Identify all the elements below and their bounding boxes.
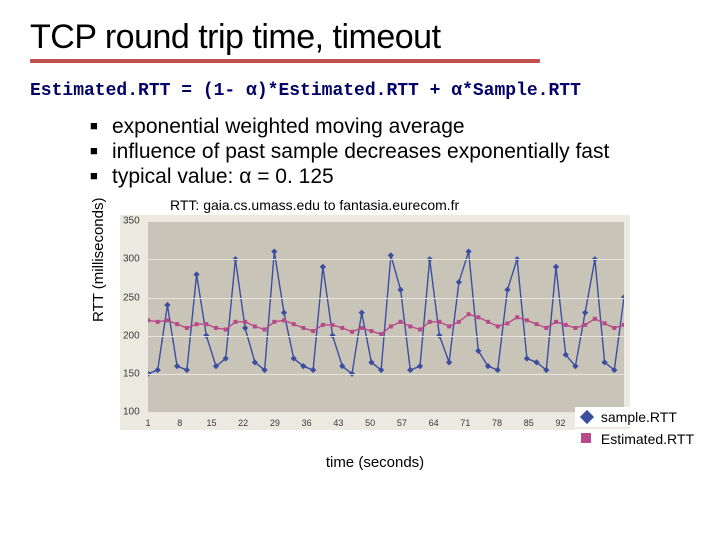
diamond-icon bbox=[581, 411, 593, 423]
legend-row-estimated: Estimated.RTT bbox=[575, 429, 700, 449]
chart-xtick: 43 bbox=[333, 418, 343, 428]
legend-row-sample: sample.RTT bbox=[575, 407, 700, 427]
chart-svg bbox=[148, 221, 624, 412]
chart-xtick: 50 bbox=[365, 418, 375, 428]
chart-ytick: 150 bbox=[123, 369, 140, 380]
chart-plot-area bbox=[148, 221, 624, 412]
bullet-item: influence of past sample decreases expon… bbox=[90, 140, 690, 165]
chart-xtick: 36 bbox=[302, 418, 312, 428]
chart-xtick: 92 bbox=[556, 418, 566, 428]
page-title: TCP round trip time, timeout bbox=[30, 18, 690, 57]
chart-xtick: 29 bbox=[270, 418, 280, 428]
title-underline bbox=[30, 59, 540, 63]
legend-label: Estimated.RTT bbox=[601, 431, 694, 447]
formula-text: Estimated.RTT = (1- α)*Estimated.RTT + α… bbox=[30, 81, 690, 101]
bullet-item: exponential weighted moving average bbox=[90, 115, 690, 140]
chart-ytick: 300 bbox=[123, 254, 140, 265]
chart-xtick: 1 bbox=[145, 418, 150, 428]
chart-ylabel: RTT (milliseconds) bbox=[90, 198, 107, 322]
chart-xtick: 78 bbox=[492, 418, 502, 428]
chart-ytick: 100 bbox=[123, 407, 140, 418]
chart-ytick: 350 bbox=[123, 216, 140, 227]
chart-xtick: 15 bbox=[206, 418, 216, 428]
bullet-list: exponential weighted moving average infl… bbox=[90, 115, 690, 189]
bullet-item: typical value: α = 0. 125 bbox=[90, 165, 690, 190]
chart-xtick: 85 bbox=[524, 418, 534, 428]
chart-container: RTT (milliseconds) RTT: gaia.cs.umass.ed… bbox=[120, 197, 690, 471]
chart-xtick: 71 bbox=[460, 418, 470, 428]
chart-xlabel: time (seconds) bbox=[120, 454, 630, 471]
chart-xtick: 22 bbox=[238, 418, 248, 428]
chart-ytick: 250 bbox=[123, 292, 140, 303]
chart-xtick: 64 bbox=[429, 418, 439, 428]
chart-title: RTT: gaia.cs.umass.edu to fantasia.eurec… bbox=[170, 197, 690, 213]
chart-xtick: 8 bbox=[177, 418, 182, 428]
legend-label: sample.RTT bbox=[601, 409, 677, 425]
chart-plot: 100 150 200 250 300 350 1 8 15 22 29 36 43 50 57 64 71 78… bbox=[120, 215, 630, 430]
square-icon bbox=[581, 433, 593, 445]
chart-xtick: 57 bbox=[397, 418, 407, 428]
chart-ytick: 200 bbox=[123, 330, 140, 341]
chart-legend: sample.RTT Estimated.RTT bbox=[575, 405, 700, 449]
